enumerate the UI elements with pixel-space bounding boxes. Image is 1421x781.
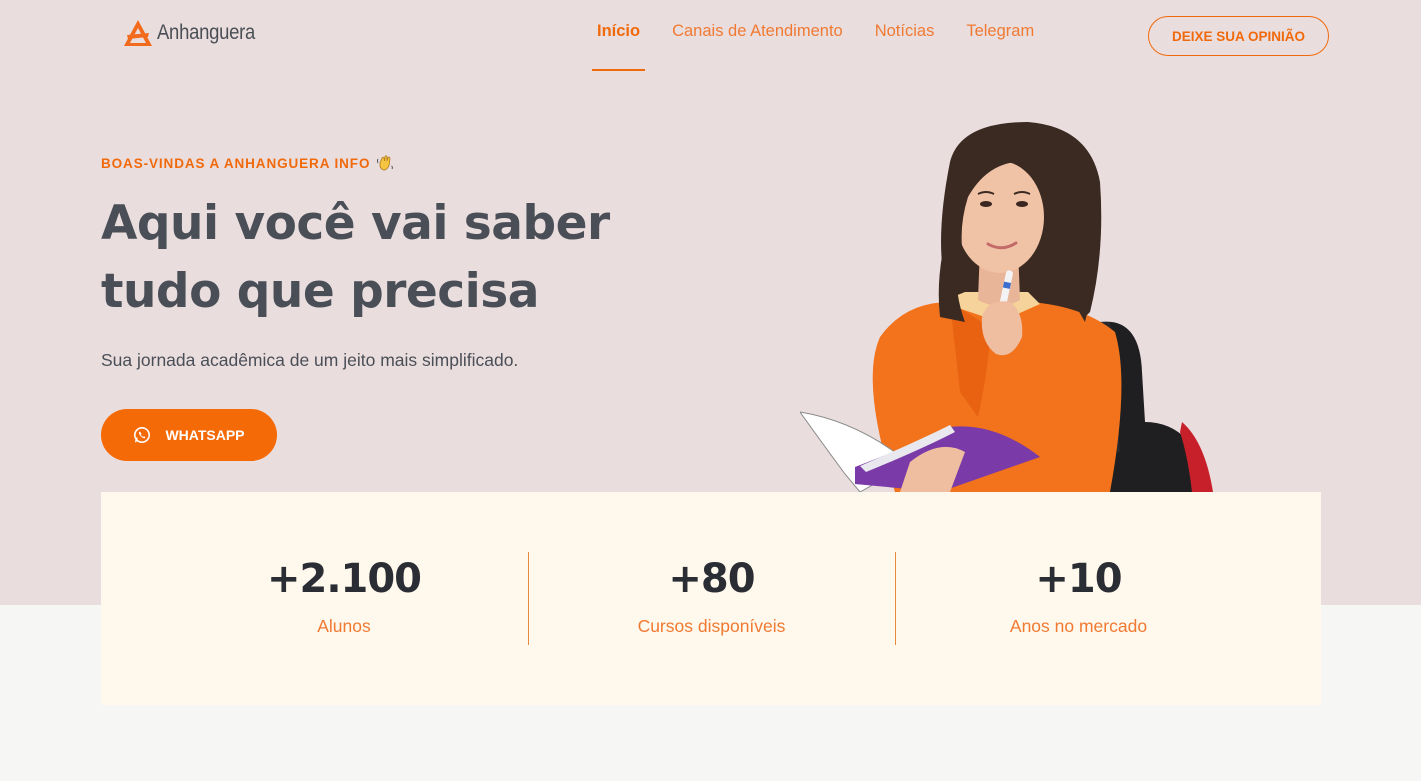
leave-feedback-button[interactable]: DEIXE SUA OPINIÃO	[1148, 16, 1329, 56]
brand-name: Anhanguera	[157, 21, 256, 44]
nav-item-telegram[interactable]: Telegram	[961, 22, 1039, 72]
hero-subline: Sua jornada acadêmica de um jeito mais s…	[101, 350, 519, 370]
nav-item-canais-de-atendimento[interactable]: Canais de Atendimento	[667, 22, 848, 72]
hero-headline: Aqui você vai saber tudo que precisa	[101, 190, 661, 326]
stat-label: Alunos	[317, 616, 371, 636]
hero-headline-line1: Aqui você vai saber	[101, 196, 610, 251]
waving-hand-icon	[377, 155, 394, 171]
stat-courses: +80 Cursos disponíveis	[527, 552, 895, 645]
hero-eyebrow-text: BOAS-VINDAS A ANHANGUERA INFO	[101, 155, 371, 171]
hero-eyebrow: BOAS-VINDAS A ANHANGUERA INFO	[101, 154, 394, 172]
stat-label: Anos no mercado	[1009, 616, 1148, 636]
brand-logo[interactable]: Anhanguera	[123, 18, 268, 48]
main-nav: Início Canais de Atendimento Notícias Te…	[592, 22, 1061, 72]
anhanguera-triangle-logo-icon	[124, 20, 152, 46]
hero-headline-line2: tudo que precisa	[101, 264, 539, 319]
whatsapp-button[interactable]: WHATSAPP	[101, 409, 277, 461]
nav-item-inicio[interactable]: Início	[592, 22, 646, 72]
nav-item-noticias[interactable]: Notícias	[870, 22, 940, 72]
stat-students: +2.100 Alunos	[161, 552, 528, 645]
stats-panel: +2.100 Alunos +80 Cursos disponíveis +10…	[101, 492, 1321, 705]
stat-value: +80	[668, 556, 755, 602]
stat-value: +2.100	[266, 556, 422, 602]
whatsapp-button-label: WHATSAPP	[165, 427, 245, 443]
stat-years: +10 Anos no mercado	[894, 552, 1262, 645]
stat-label: Cursos disponíveis	[637, 616, 786, 636]
stat-value: +10	[1035, 556, 1122, 602]
student-hero-image	[800, 122, 1213, 492]
whatsapp-icon	[134, 427, 151, 443]
